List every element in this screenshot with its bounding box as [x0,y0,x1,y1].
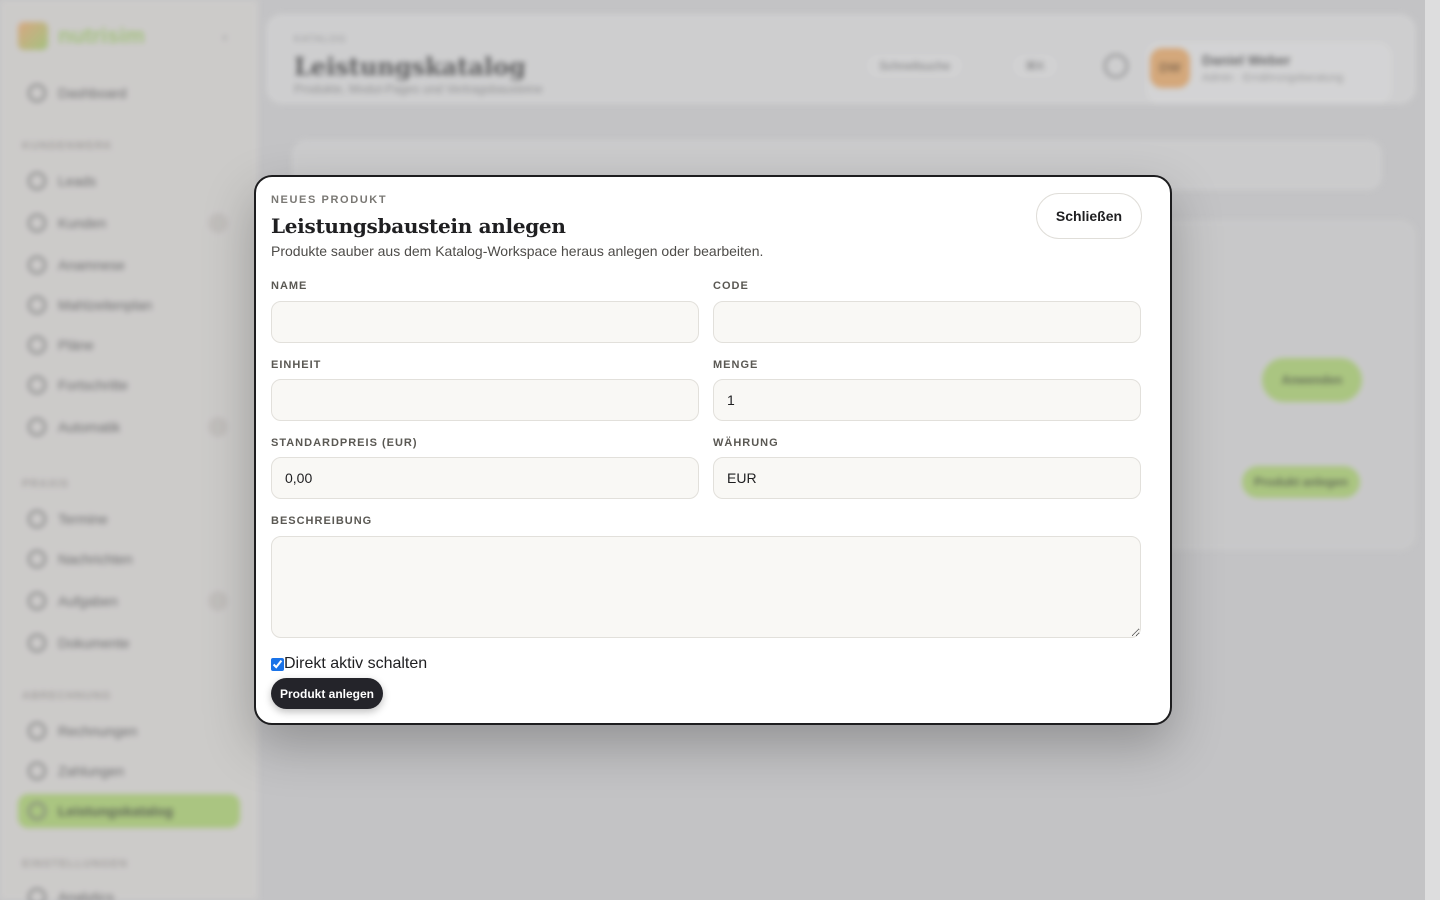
waehrung-label: WÄHRUNG [713,437,779,449]
beschreibung-label: BESCHREIBUNG [271,515,373,527]
modal-title: Leistungsbaustein anlegen [271,214,566,238]
modal-subtitle: Produkte sauber aus dem Katalog-Workspac… [271,243,764,259]
beschreibung-textarea[interactable] [271,536,1141,638]
menge-field[interactable] [713,379,1141,421]
create-product-modal: NEUES PRODUKT Leistungsbaustein anlegen … [254,175,1172,725]
close-button[interactable]: Schließen [1036,193,1142,239]
active-toggle-row: Direkt aktiv schalten [271,655,427,673]
standardpreis-field[interactable] [271,457,699,499]
active-checkbox[interactable] [271,657,284,671]
code-label: CODE [713,280,749,292]
einheit-label: EINHEIT [271,359,322,371]
menge-label: MENGE [713,359,759,371]
waehrung-field[interactable] [713,457,1141,499]
standardpreis-label: STANDARDPREIS (EUR) [271,437,418,449]
active-checkbox-label[interactable]: Direkt aktiv schalten [284,655,427,673]
code-field[interactable] [713,301,1141,343]
einheit-field[interactable] [271,379,699,421]
name-label: NAME [271,280,308,292]
create-product-submit-button[interactable]: Produkt anlegen [271,678,383,709]
name-field[interactable] [271,301,699,343]
modal-eyebrow: NEUES PRODUKT [271,194,388,206]
